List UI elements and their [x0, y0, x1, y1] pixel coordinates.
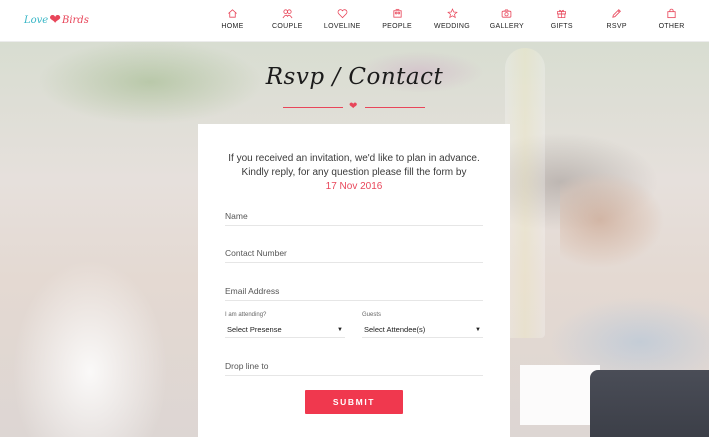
nav-label: WEDDING [434, 23, 470, 30]
home-icon [226, 7, 238, 19]
nav-item-loveline[interactable]: LOVELINE [315, 0, 370, 42]
bag-icon [666, 7, 678, 19]
gift-icon [556, 7, 568, 19]
logo-heart-icon: ❤ [49, 12, 61, 28]
nav-item-people[interactable]: PEOPLE [370, 0, 425, 42]
hand-image [560, 170, 709, 300]
shirt-cuff-image [520, 365, 600, 425]
nav-item-couple[interactable]: COUPLE [260, 0, 315, 42]
attending-select-value: Select Presense [227, 325, 282, 334]
heart-icon [336, 7, 348, 19]
nav-label: OTHER [658, 23, 685, 30]
main-nav: HOME COUPLE LOVELINE PEOPLE WEDDING GALL… [205, 0, 699, 42]
nav-item-rsvp[interactable]: RSVP [589, 0, 644, 42]
attending-group: I am attending? Select Presense ▼ [225, 312, 345, 340]
intro-line-2: Kindly reply, for any question please fi… [241, 167, 467, 178]
page-title: Rsvp / Contact [265, 64, 444, 90]
divider-heart-icon: ❤ [349, 101, 358, 112]
guests-select-value: Select Attendee(s) [364, 325, 426, 334]
attending-caption: I am attending? [225, 312, 267, 318]
nav-item-gallery[interactable]: GALLERY [479, 0, 534, 42]
people-icon [391, 7, 403, 19]
logo-text-birds: Birds [61, 14, 89, 26]
pen-icon [611, 7, 623, 19]
name-field-wrap [225, 206, 483, 226]
deadline-date: 17 Nov 2016 [325, 181, 383, 192]
caret-down-icon: ▼ [337, 326, 343, 333]
top-header: Love ❤ Birds HOME COUPLE LOVELINE PEOPLE… [0, 0, 709, 42]
guests-select[interactable]: Select Attendee(s) ▼ [362, 322, 483, 338]
logo-text-love: Love [24, 14, 49, 26]
caret-down-icon: ▼ [475, 326, 481, 333]
rsvp-form-card: If you received an invitation, we'd like… [198, 124, 510, 437]
nav-label: GALLERY [489, 23, 525, 30]
nav-label: COUPLE [272, 23, 303, 30]
title-divider: ❤ [283, 101, 425, 112]
message-input[interactable] [225, 356, 483, 376]
divider-line-left [283, 107, 343, 108]
guests-group: Guests Select Attendee(s) ▼ [362, 312, 483, 340]
nav-label: GIFTS [550, 23, 573, 30]
email-input[interactable] [225, 281, 483, 301]
star-icon [446, 7, 458, 19]
attending-select[interactable]: Select Presense ▼ [225, 322, 345, 338]
contact-field-wrap [225, 243, 483, 263]
nav-item-home[interactable]: HOME [205, 0, 260, 42]
nav-item-other[interactable]: OTHER [644, 0, 699, 42]
nav-item-wedding[interactable]: WEDDING [425, 0, 480, 42]
camera-icon [501, 7, 513, 19]
form-intro: If you received an invitation, we'd like… [198, 152, 510, 194]
name-input[interactable] [225, 206, 483, 226]
email-field-wrap [225, 281, 483, 301]
contact-number-input[interactable] [225, 243, 483, 263]
site-logo[interactable]: Love ❤ Birds [24, 10, 89, 30]
suit-sleeve-image [590, 370, 709, 437]
nav-label: RSVP [606, 23, 627, 30]
message-field-wrap [225, 356, 483, 376]
guests-caption: Guests [362, 312, 382, 318]
champagne-glass-image [505, 48, 545, 338]
intro-line-1: If you received an invitation, we'd like… [228, 153, 480, 164]
submit-button[interactable]: SUBMIT [305, 390, 403, 414]
nav-label: PEOPLE [382, 23, 413, 30]
couple-icon [281, 7, 293, 19]
nav-label: LOVELINE [323, 23, 361, 30]
divider-line-right [365, 107, 425, 108]
nav-label: HOME [221, 23, 244, 30]
nav-item-gifts[interactable]: GIFTS [534, 0, 589, 42]
